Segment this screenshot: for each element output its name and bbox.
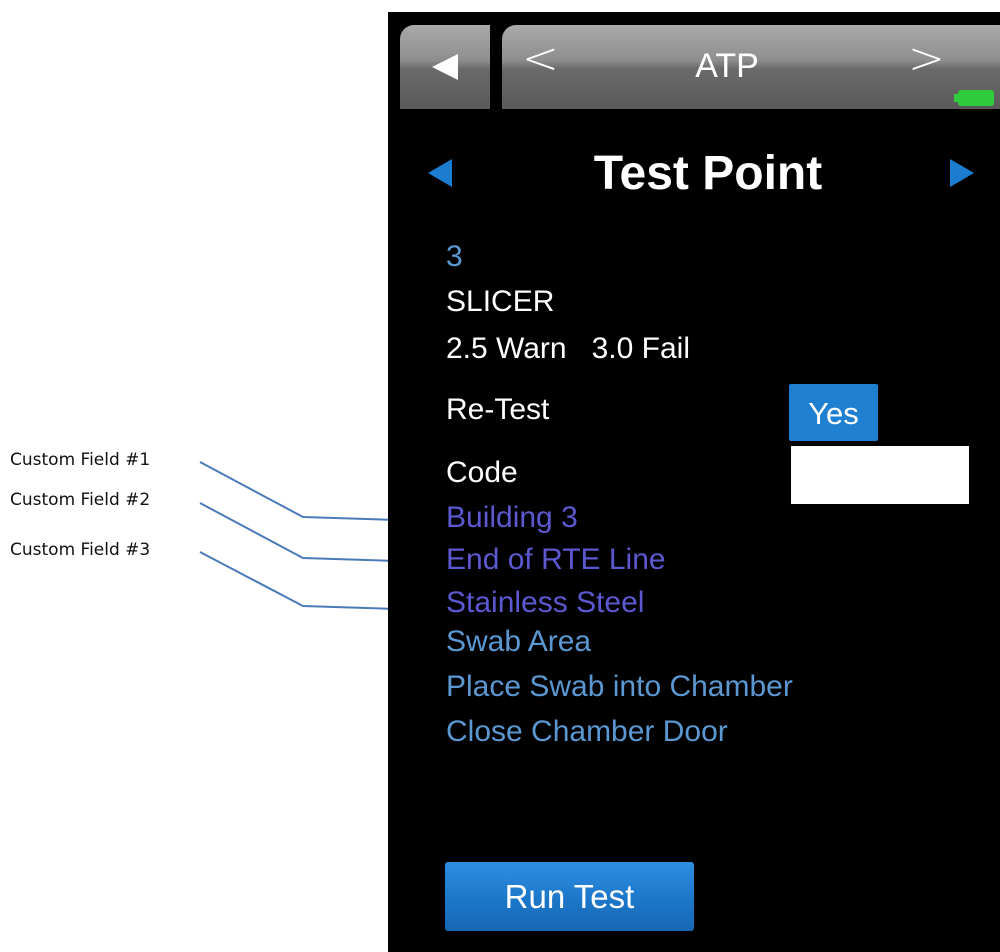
battery-icon [954,90,994,106]
instruction-swab-area: Swab Area [446,625,592,658]
header-bar: < ATP > [502,25,1000,109]
header-title: ATP [695,47,759,85]
back-button[interactable] [400,25,490,109]
run-test-button[interactable]: Run Test [445,862,694,931]
callout-label-custom-field-2: Custom Field #2 [10,490,151,510]
callout-label-custom-field-3: Custom Field #3 [10,540,151,560]
retest-yes-button[interactable]: Yes [789,384,878,441]
instruction-close-door: Close Chamber Door [446,715,728,748]
test-point-thresholds: 2.5 Warn 3.0 Fail [446,332,690,365]
callout-label-custom-field-1: Custom Field #1 [10,450,151,470]
retest-label: Re-Test [446,393,550,426]
code-input[interactable] [791,446,969,504]
previous-test-point-button[interactable] [428,159,452,187]
test-point-name: SLICER [446,285,555,318]
custom-field-1: Building 3 [446,501,578,534]
header-next-button[interactable]: > [908,37,945,81]
code-label: Code [446,456,518,489]
header-prev-button[interactable]: < [522,37,559,81]
device-screen: < ATP > Test Point 3 SLICER 2.5 Warn 3.0… [388,12,1000,952]
next-test-point-button[interactable] [950,159,974,187]
custom-field-3: Stainless Steel [446,586,645,619]
instruction-place-swab: Place Swab into Chamber [446,670,793,703]
test-point-number: 3 [446,240,463,273]
custom-field-2: End of RTE Line [446,543,666,576]
back-arrow-icon [432,54,458,80]
page-title: Test Point [593,147,823,200]
